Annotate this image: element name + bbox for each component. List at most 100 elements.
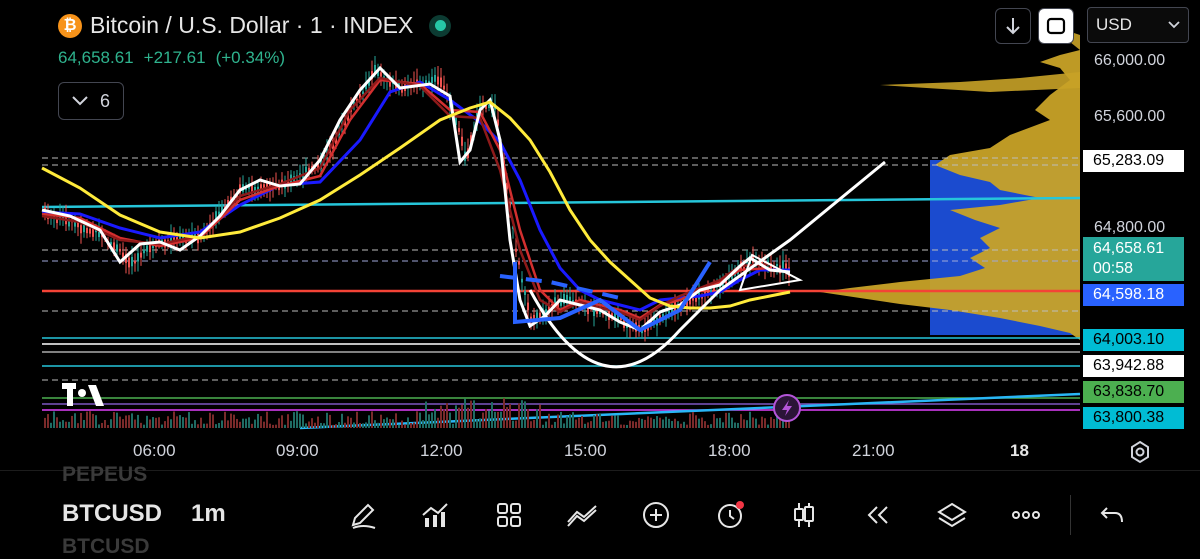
volume-bar bbox=[107, 424, 109, 428]
market-status-icon[interactable] bbox=[429, 14, 452, 37]
volume-bar bbox=[152, 417, 154, 428]
chart-type-button[interactable] bbox=[784, 495, 824, 535]
volume-bar bbox=[704, 421, 706, 428]
volume-bar bbox=[77, 423, 79, 428]
volume-bar bbox=[137, 414, 139, 428]
volume-bar bbox=[353, 422, 355, 428]
candle-body bbox=[380, 72, 382, 77]
compare-button[interactable] bbox=[562, 495, 602, 535]
volume-bar bbox=[623, 424, 625, 428]
volume-bar bbox=[512, 420, 514, 428]
candle-body bbox=[140, 252, 142, 258]
volume-bar bbox=[464, 398, 466, 428]
more-button[interactable] bbox=[1006, 495, 1046, 535]
plus-icon bbox=[643, 502, 669, 528]
volume-bar bbox=[359, 422, 361, 428]
volume-bar bbox=[194, 420, 196, 428]
volume-bar bbox=[89, 411, 91, 428]
volume-bar bbox=[629, 420, 631, 428]
tradingview-logo bbox=[62, 383, 104, 406]
volume-bar bbox=[218, 422, 220, 428]
chart-header: ₿ Bitcoin / U.S. Dollar · 1 · INDEX 64,6… bbox=[58, 12, 452, 68]
volume-bar bbox=[416, 411, 418, 428]
volume-bar bbox=[767, 424, 769, 428]
volume-bar bbox=[311, 418, 313, 428]
volume-bar bbox=[44, 417, 46, 428]
volume-bar bbox=[377, 422, 379, 428]
undo-icon bbox=[1100, 507, 1123, 523]
indicators-button[interactable] bbox=[415, 495, 455, 535]
volume-bar bbox=[299, 413, 301, 428]
interval-button[interactable]: 1m bbox=[191, 500, 226, 528]
candle-body bbox=[437, 76, 439, 85]
volume-bar bbox=[770, 417, 772, 428]
volume-bar bbox=[539, 404, 541, 428]
layout-button[interactable] bbox=[489, 495, 529, 535]
volume-bar bbox=[71, 415, 73, 428]
volume-bar bbox=[437, 417, 439, 428]
volume-bar bbox=[197, 424, 199, 428]
volume-bar bbox=[677, 421, 679, 428]
undo-button[interactable] bbox=[1092, 495, 1132, 535]
volume-bar bbox=[638, 417, 640, 428]
volume-bar bbox=[278, 418, 280, 428]
volume-bar bbox=[344, 422, 346, 428]
volume-bar bbox=[341, 413, 343, 428]
volume-bar bbox=[470, 400, 472, 428]
volume-bar bbox=[317, 416, 319, 428]
chart-settings-button[interactable] bbox=[1126, 438, 1154, 466]
volume-bar bbox=[227, 420, 229, 428]
chart-area[interactable]: ₿ Bitcoin / U.S. Dollar · 1 · INDEX 64,6… bbox=[0, 0, 1200, 470]
currency-select[interactable]: USD bbox=[1087, 7, 1189, 43]
volume-bar bbox=[650, 417, 652, 428]
chevron-down-icon bbox=[1168, 21, 1180, 29]
volume-bar bbox=[749, 411, 751, 428]
volume-bar bbox=[272, 424, 274, 428]
volume-bar bbox=[305, 423, 307, 428]
lightning-icon[interactable] bbox=[773, 394, 801, 422]
volume-bar bbox=[245, 418, 247, 428]
drawing-tools-button[interactable] bbox=[343, 495, 383, 535]
volume-bar bbox=[203, 423, 205, 428]
price-tag: 63,942.88 bbox=[1083, 355, 1184, 377]
volume-bar bbox=[146, 415, 148, 428]
volume-bar bbox=[497, 411, 499, 428]
volume-bar bbox=[338, 422, 340, 428]
volume-bar bbox=[308, 421, 310, 428]
indicators-toggle-button[interactable]: 6 bbox=[58, 82, 124, 120]
volume-bar bbox=[116, 412, 118, 428]
volume-bar bbox=[209, 412, 211, 428]
volume-bar bbox=[323, 423, 325, 428]
symbol-button[interactable]: BTCUSD bbox=[62, 500, 162, 528]
trend-line-cyan[interactable] bbox=[41, 196, 1081, 209]
candle-body bbox=[131, 256, 133, 267]
alerts-button[interactable] bbox=[710, 495, 750, 535]
volume-bar bbox=[215, 424, 217, 428]
volume-bar bbox=[122, 419, 124, 428]
volume-bar bbox=[188, 412, 190, 428]
volume-bar bbox=[161, 424, 163, 428]
grid-icon bbox=[497, 503, 521, 527]
candle-body bbox=[119, 248, 121, 252]
volume-bar bbox=[125, 415, 127, 428]
volume-bar bbox=[170, 419, 172, 428]
volume-bar bbox=[632, 421, 634, 428]
object-tree-button[interactable] bbox=[932, 495, 972, 535]
volume-bar bbox=[158, 417, 160, 428]
volume-bar bbox=[95, 415, 97, 428]
symbol-title[interactable]: Bitcoin / U.S. Dollar · 1 · INDEX bbox=[90, 12, 413, 39]
add-button[interactable] bbox=[636, 495, 676, 535]
volume-bar bbox=[452, 423, 454, 428]
watchlist-next-symbol[interactable]: BTCUSD bbox=[62, 535, 150, 559]
toolbar-divider bbox=[1070, 495, 1071, 535]
replay-button[interactable] bbox=[858, 495, 898, 535]
price-chart[interactable] bbox=[0, 0, 1200, 470]
price-tag: 64,003.10 bbox=[1083, 329, 1184, 351]
volume-bar bbox=[521, 400, 523, 428]
volume-bar bbox=[230, 413, 232, 428]
volume-bar bbox=[446, 403, 448, 428]
volume-bar bbox=[455, 405, 457, 428]
watchlist-prev-symbol[interactable]: PEPEUS bbox=[62, 463, 147, 487]
fullscreen-button[interactable] bbox=[1038, 8, 1074, 44]
download-button[interactable] bbox=[995, 8, 1031, 44]
